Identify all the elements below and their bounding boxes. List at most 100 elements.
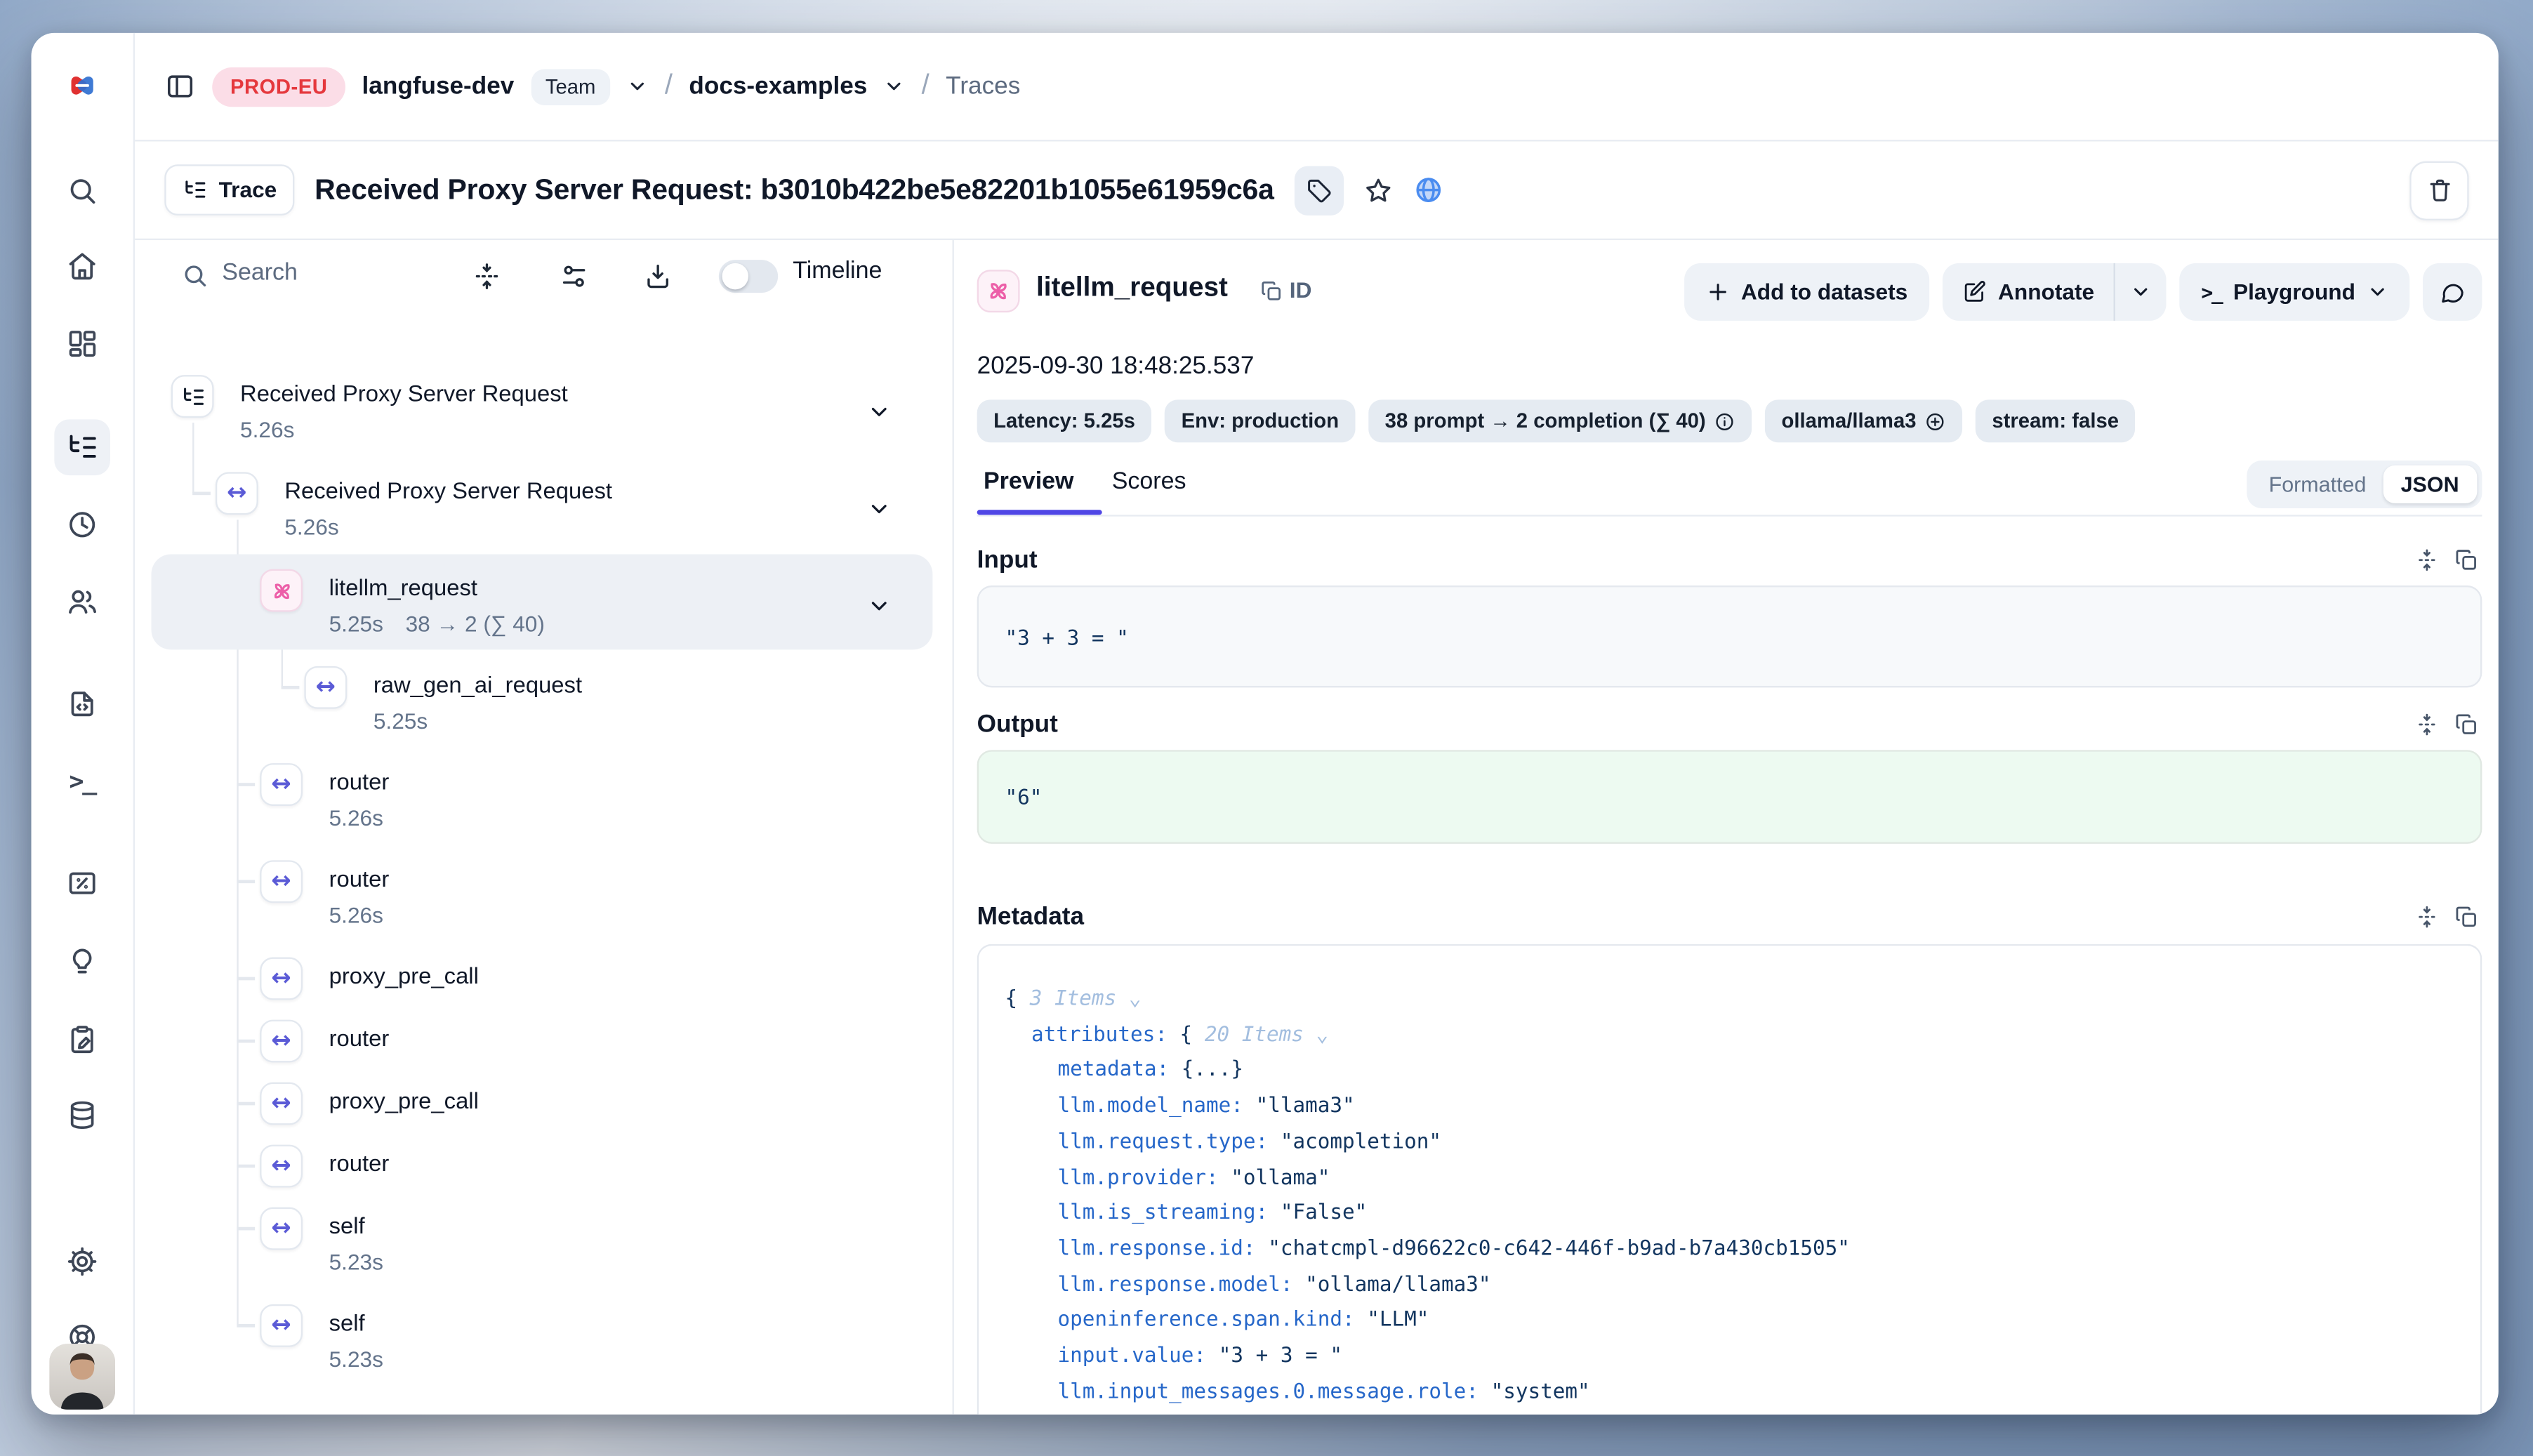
json-line: llm.response.model: "ollama/llama3": [979, 1266, 2480, 1302]
observation-timestamp: 2025-09-30 18:48:25.537: [977, 352, 1255, 380]
prompts-icon[interactable]: [54, 676, 110, 732]
json-line[interactable]: { 3 Items ⌄: [979, 980, 2480, 1016]
star-icon[interactable]: [1363, 176, 1392, 205]
sessions-clock-icon[interactable]: [54, 497, 110, 553]
tree-item-label: router: [329, 1025, 390, 1051]
span-icon: ↔: [260, 958, 303, 1000]
annotate-button-group: Annotate: [1942, 263, 2167, 321]
project-chevron-down-icon[interactable]: [884, 76, 905, 97]
tree-item-self[interactable]: ↔self5.23s: [135, 1198, 952, 1295]
content-row: Search Timeline: [135, 240, 2499, 1415]
tab-preview[interactable]: Preview: [984, 469, 1073, 495]
view-formatted[interactable]: Formatted: [2252, 465, 2383, 503]
insights-lightbulb-icon[interactable]: [54, 934, 110, 991]
copy-icon: [1260, 279, 1283, 302]
tree-item-self[interactable]: ↔self5.23s: [135, 1295, 952, 1391]
annotation-clipboard-icon[interactable]: [54, 1012, 110, 1068]
timeline-toggle[interactable]: [719, 260, 778, 293]
json-line[interactable]: attributes: { 20 Items ⌄: [979, 1016, 2480, 1052]
search-input[interactable]: Search: [222, 260, 298, 286]
tree-item-raw-gen-ai-request[interactable]: ↔raw_gen_ai_request5.25s: [135, 656, 952, 753]
tree-item-proxy-pre-call[interactable]: ↔ proxy_pre_call: [135, 947, 952, 1010]
span-icon: ↔: [216, 472, 258, 515]
json-line: llm.input_messages.0.message.role: "syst…: [979, 1373, 2480, 1409]
tracing-icon[interactable]: [54, 419, 110, 475]
delete-trace-button[interactable]: [2409, 160, 2468, 219]
chevron-down-icon[interactable]: [867, 399, 892, 424]
tree-item-router[interactable]: ↔router5.26s: [135, 753, 952, 850]
span-icon: ↔: [260, 1020, 303, 1063]
tab-scores[interactable]: Scores: [1112, 469, 1186, 495]
tree-item-label: proxy_pre_call: [329, 962, 479, 988]
tree-item-router[interactable]: ↔router: [135, 1135, 952, 1198]
tree-item-duration: 5.26s: [329, 806, 383, 830]
observation-title: litellm_request: [1036, 273, 1228, 305]
datasets-database-icon[interactable]: [54, 1087, 110, 1144]
display-settings-icon[interactable]: [560, 262, 589, 291]
collapse-all-icon[interactable]: [472, 262, 501, 291]
org-name[interactable]: langfuse-dev: [362, 72, 515, 100]
output-section-header: Output: [977, 710, 2482, 743]
playground-terminal-icon[interactable]: >_: [54, 753, 110, 809]
copy-icon[interactable]: [2454, 712, 2479, 736]
chevron-down-icon[interactable]: [867, 497, 892, 522]
search-icon: [181, 262, 209, 290]
copy-id-button[interactable]: ID: [1260, 278, 1312, 303]
user-avatar[interactable]: [49, 1344, 115, 1410]
langfuse-logo: [54, 58, 110, 114]
tree-item-received-proxy-server-request[interactable]: Received Proxy Server Request5.26s: [135, 365, 952, 462]
copy-icon[interactable]: [2454, 905, 2479, 929]
chevron-down-icon[interactable]: [867, 594, 892, 618]
collapse-icon[interactable]: [2414, 712, 2439, 736]
top-header: PROD-EU langfuse-dev Team / docs-example…: [135, 33, 2499, 142]
stream-badge: stream: false: [1976, 399, 2136, 442]
view-json[interactable]: JSON: [2383, 465, 2477, 503]
icon-rail: >_: [32, 33, 135, 1415]
users-icon[interactable]: [54, 574, 110, 630]
input-value: "3 + 3 = ": [977, 585, 2482, 687]
settings-gear-icon[interactable]: [54, 1233, 110, 1290]
json-line: llm.model_name: "llama3": [979, 1087, 2480, 1123]
trash-icon: [2426, 176, 2454, 204]
timeline-label: Timeline: [793, 258, 882, 284]
tree-item-proxy-pre-call[interactable]: ↔proxy_pre_call: [135, 1073, 952, 1135]
add-to-datasets-button[interactable]: Add to datasets: [1684, 263, 1929, 321]
org-chevron-down-icon[interactable]: [627, 76, 648, 97]
tree-item-litellm-request[interactable]: litellm_request5.25s 38 → 2 (∑ 40): [135, 560, 952, 656]
tree-item-received-proxy-server-request[interactable]: ↔Received Proxy Server Request5.26s: [135, 462, 952, 559]
json-line: llm.provider: "ollama": [979, 1159, 2480, 1195]
tree-item-router[interactable]: ↔ router: [135, 1010, 952, 1073]
span-icon: ↔: [260, 1304, 303, 1347]
tag-icon[interactable]: [1294, 165, 1343, 214]
observation-badges: Latency: 5.25s Env: production 38 prompt…: [977, 399, 2136, 442]
tree-item-label: raw_gen_ai_request: [373, 671, 582, 697]
copy-icon[interactable]: [2454, 548, 2479, 572]
chevron-down-icon: [2131, 282, 2152, 303]
breadcrumb-section[interactable]: Traces: [946, 72, 1020, 100]
model-badge[interactable]: ollama/llama3: [1765, 399, 1962, 442]
project-name[interactable]: docs-examples: [689, 72, 867, 100]
trace-title-bar: Trace Received Proxy Server Request: b30…: [135, 141, 2499, 240]
dashboards-icon[interactable]: [54, 316, 110, 372]
annotate-button[interactable]: Annotate: [1942, 263, 2114, 321]
home-icon[interactable]: [54, 239, 110, 295]
plus-icon: [1705, 279, 1729, 304]
collapse-icon[interactable]: [2414, 548, 2439, 572]
playground-button[interactable]: >_ Playground: [2180, 263, 2409, 321]
annotate-dropdown-button[interactable]: [2116, 263, 2167, 321]
globe-icon[interactable]: [1412, 174, 1443, 206]
tree-item-duration: 5.23s: [329, 1347, 383, 1372]
input-section-header: Input: [977, 546, 2482, 579]
token-usage-badge: 38 prompt → 2 completion (∑ 40): [1368, 399, 1752, 442]
download-icon[interactable]: [643, 262, 673, 291]
evaluation-icon[interactable]: [54, 855, 110, 911]
tree-item-duration: 5.26s: [329, 903, 383, 927]
search-icon[interactable]: [54, 163, 110, 219]
collapse-icon[interactable]: [2414, 905, 2439, 929]
span-icon: ↔: [260, 860, 303, 903]
tree-item-router[interactable]: ↔router5.26s: [135, 850, 952, 947]
comment-button[interactable]: [2423, 263, 2482, 321]
sidebar-toggle-icon[interactable]: [164, 71, 196, 102]
desktop: >_: [0, 0, 2533, 1456]
span-icon: ↔: [260, 1083, 303, 1125]
